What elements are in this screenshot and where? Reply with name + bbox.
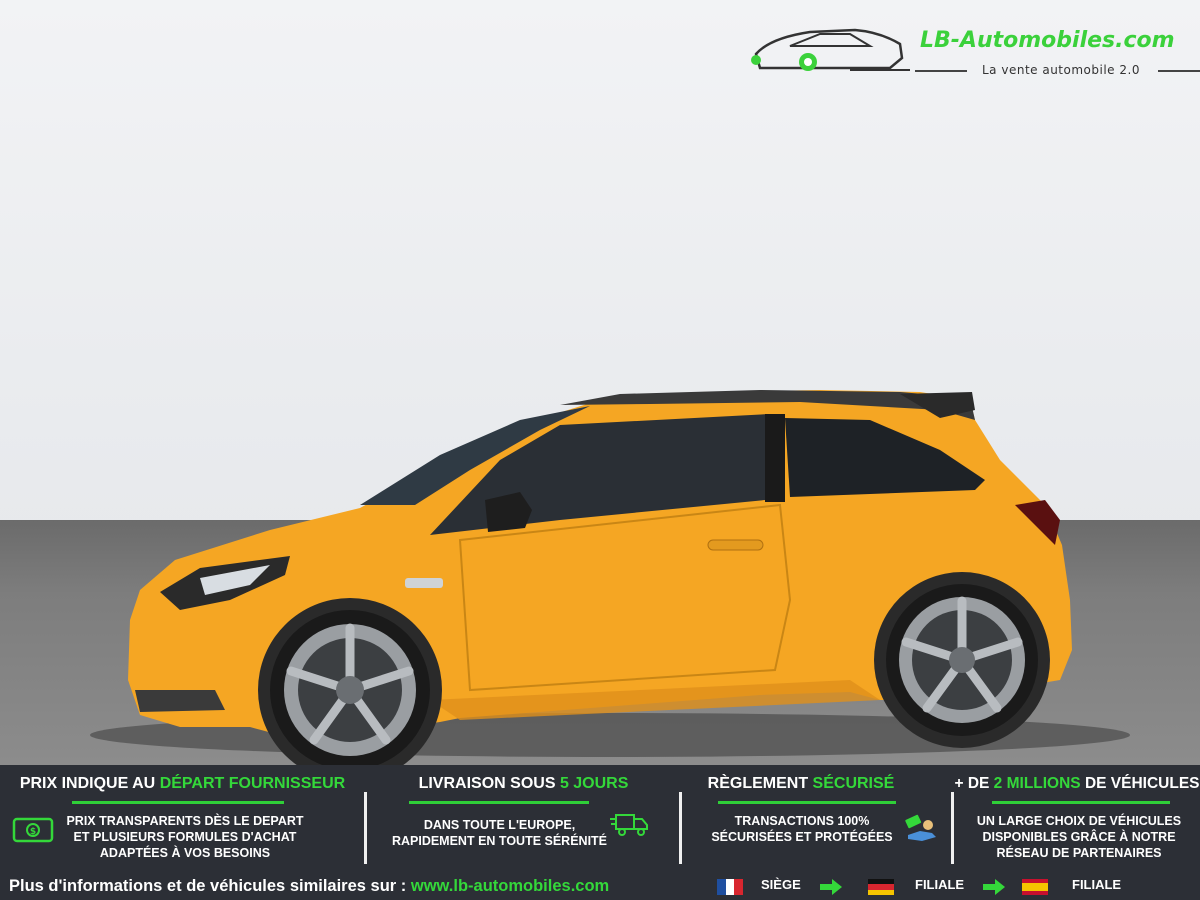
logo-divider [1158,70,1200,72]
more-info-text: Plus d'informations et de véhicules simi… [9,877,610,895]
spain-flag-icon [1022,879,1048,895]
logo-tagline: La vente automobile 2.0 [982,63,1140,77]
location-label: FILIALE [1072,877,1122,892]
info-bar: Plus d'informations et de véhicules simi… [0,873,1200,900]
logo-divider [915,70,967,72]
feature-description: TRANSACTIONS 100% SÉCURISÉES ET PROTÉGÉE… [711,814,893,844]
website-link[interactable]: www.lb-automobiles.com [411,877,609,895]
location-label: FILIALE [915,877,965,892]
footer-banner: PRIX INDIQUE AU DÉPART FOURNISSEUR $ PRI… [0,765,1200,900]
feature-title: PRIX INDIQUE AU DÉPART FOURNISSEUR [19,775,346,792]
feature-price: PRIX INDIQUE AU DÉPART FOURNISSEUR $ PRI… [0,765,365,873]
feature-title: RÈGLEMENT SÉCURISÉ [707,775,895,792]
feature-underline [718,801,896,804]
feature-delivery: LIVRAISON SOUS 5 JOURS DANS TOUTE L'EURO… [367,765,680,873]
feature-underline [72,801,284,804]
lb-automobiles-logo[interactable]: LB-Automobiles.com La vente automobile 2… [750,24,1200,84]
payment-hand-icon [905,814,936,841]
feature-vehicles: + DE 2 MILLIONS DE VÉHICULES UN LARGE CH… [954,765,1200,873]
delivery-truck-icon [610,814,648,836]
feature-title: LIVRAISON SOUS 5 JOURS [418,775,629,792]
rear-wheel [886,584,1038,736]
arrow-right-icon [983,879,1005,895]
feature-underline [992,801,1170,804]
feature-description: DANS TOUTE L'EUROPE, RAPIDEMENT EN TOUTE… [391,818,608,848]
car-illustration [90,390,1130,765]
feature-payment: RÈGLEMENT SÉCURISÉ TRANSACTIONS 100% SÉC… [682,765,952,873]
germany-flag-icon [868,879,894,895]
arrow-right-icon [820,879,842,895]
logo-text: LB-Automobiles.com [920,28,1175,53]
front-wheel [270,610,430,765]
money-icon: $ [12,817,54,843]
car-logo-icon [751,28,910,71]
feature-description: PRIX TRANSPARENTS DÈS LE DEPART ET PLUSI… [66,814,304,860]
feature-description: UN LARGE CHOIX DE VÉHICULES DISPONIBLES … [976,814,1182,860]
feature-underline [409,801,589,804]
location-label: SIÈGE [761,877,801,892]
feature-title: + DE 2 MILLIONS DE VÉHICULES [954,775,1200,792]
svg-text:$: $ [30,827,36,837]
france-flag-icon [717,879,744,895]
vehicle-photo: LB-Automobiles.com La vente automobile 2… [0,0,1200,765]
